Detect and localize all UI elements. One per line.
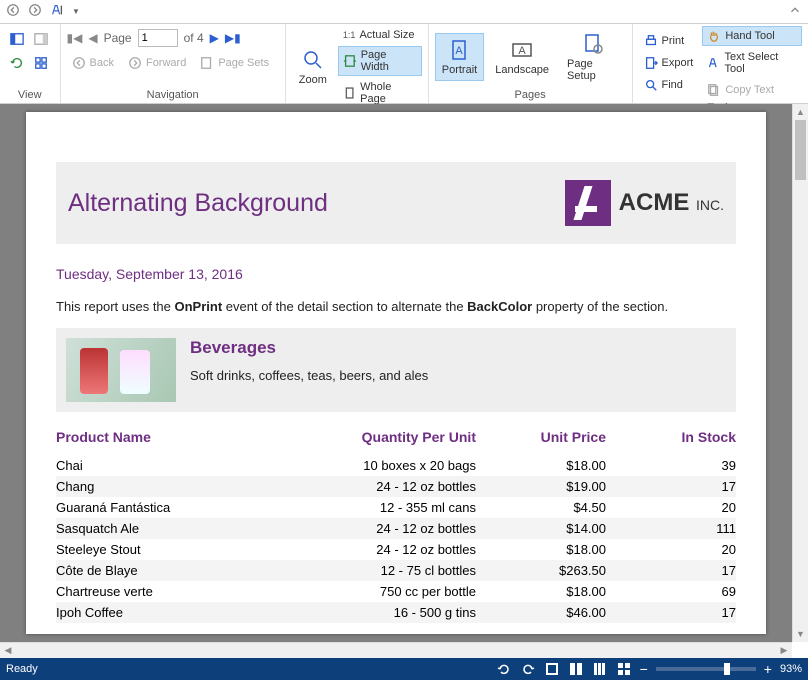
vertical-scrollbar[interactable]: ▲ ▼ (792, 104, 808, 642)
layout4-icon[interactable] (616, 661, 632, 677)
hand-tool-button[interactable]: Hand Tool (702, 26, 802, 46)
page-sets-button[interactable]: Page Sets (195, 53, 274, 73)
category-image (66, 338, 176, 402)
refresh-button[interactable] (6, 52, 28, 74)
group-label: Navigation (67, 87, 279, 101)
table-row: Chai10 boxes x 20 bags$18.0039 (56, 455, 736, 476)
actual-size-button[interactable]: 1:1Actual Size (338, 26, 422, 44)
product-table: Product Name Quantity Per Unit Unit Pric… (56, 426, 736, 623)
export-button[interactable]: Export (639, 53, 699, 73)
find-button[interactable]: Find (639, 75, 699, 95)
status-text: Ready (6, 663, 38, 675)
copy-text-button[interactable]: Copy Text (702, 80, 802, 100)
col-name: Product Name (56, 429, 316, 445)
viewer-canvas[interactable]: Alternating Background ACME INC. Tuesday… (0, 104, 792, 642)
last-page-icon[interactable]: ▶▮ (225, 31, 241, 45)
page-of-label: of 4 (184, 31, 204, 45)
page-width-button[interactable]: Page Width (338, 46, 422, 76)
table-row: Ipoh Coffee16 - 500 g tins$46.0017 (56, 602, 736, 623)
thumb-view[interactable] (30, 52, 52, 74)
table-row: Guaraná Fantástica12 - 355 ml cans$4.502… (56, 497, 736, 518)
svg-text:A: A (456, 45, 464, 57)
zoom-out-button[interactable]: − (640, 661, 648, 677)
collapse-ribbon-icon[interactable] (786, 1, 804, 22)
zoom-slider[interactable] (656, 667, 756, 671)
report-title: Alternating Background (68, 189, 328, 218)
zoom-button[interactable]: Zoom (292, 43, 334, 91)
table-row: Chang24 - 12 oz bottles$19.0017 (56, 476, 736, 497)
category-desc: Soft drinks, coffees, teas, beers, and a… (190, 368, 428, 383)
sidebar-toggle[interactable] (6, 28, 28, 50)
zoom-in-button[interactable]: + (764, 661, 772, 677)
layout3-icon[interactable] (592, 661, 608, 677)
status-bar: Ready − + 93% (0, 658, 808, 680)
report-description: This report uses the OnPrint event of th… (56, 298, 736, 316)
col-qty: Quantity Per Unit (316, 429, 476, 445)
page-input[interactable] (138, 29, 178, 47)
layout2-icon[interactable] (568, 661, 584, 677)
report-page: Alternating Background ACME INC. Tuesday… (26, 112, 766, 634)
ribbon: View ▮◀ ◀ Page of 4 ▶ ▶▮ Back Forward Pa… (0, 24, 808, 104)
next-page-icon[interactable]: ▶ (210, 31, 219, 45)
page-label: Page (104, 31, 132, 45)
dropdown-icon[interactable]: ▼ (70, 5, 82, 18)
prev-page-icon[interactable]: ◀ (88, 31, 97, 45)
category-name: Beverages (190, 338, 428, 358)
text-select-button[interactable]: Text Select Tool (702, 48, 802, 78)
col-price: Unit Price (476, 429, 606, 445)
group-label: Pages (435, 87, 626, 101)
text-select-icon[interactable] (48, 1, 66, 22)
company-logo: ACME INC. (565, 180, 724, 226)
report-date: Tuesday, September 13, 2016 (56, 266, 736, 282)
portrait-button[interactable]: APortrait (435, 33, 484, 81)
layout1-icon[interactable] (544, 661, 560, 677)
category-header: Beverages Soft drinks, coffees, teas, be… (56, 328, 736, 412)
table-row: Steeleye Stout24 - 12 oz bottles$18.0020 (56, 539, 736, 560)
back-icon[interactable] (4, 1, 22, 22)
table-row: Chartreuse verte750 cc per bottle$18.006… (56, 581, 736, 602)
title-bar: ▼ (0, 0, 808, 24)
panel-toggle[interactable] (30, 28, 52, 50)
forward-icon[interactable] (26, 1, 44, 22)
print-button[interactable]: Print (639, 31, 699, 51)
svg-text:A: A (518, 45, 526, 57)
col-stock: In Stock (606, 429, 736, 445)
table-row: Sasquatch Ale24 - 12 oz bottles$14.00111 (56, 518, 736, 539)
group-label: View (6, 87, 54, 101)
refresh-icon[interactable] (496, 661, 512, 677)
first-page-icon[interactable]: ▮◀ (67, 31, 83, 45)
forward-button[interactable]: Forward (123, 53, 191, 73)
refresh2-icon[interactable] (520, 661, 536, 677)
back-button[interactable]: Back (67, 53, 119, 73)
viewer: Alternating Background ACME INC. Tuesday… (0, 104, 808, 658)
zoom-level: 93% (780, 663, 802, 675)
table-row: Côte de Blaye12 - 75 cl bottles$263.5017 (56, 560, 736, 581)
page-setup-button[interactable]: Page Setup (560, 27, 625, 87)
landscape-button[interactable]: ALandscape (488, 33, 556, 81)
horizontal-scrollbar[interactable]: ◀ ▶ (0, 642, 792, 658)
